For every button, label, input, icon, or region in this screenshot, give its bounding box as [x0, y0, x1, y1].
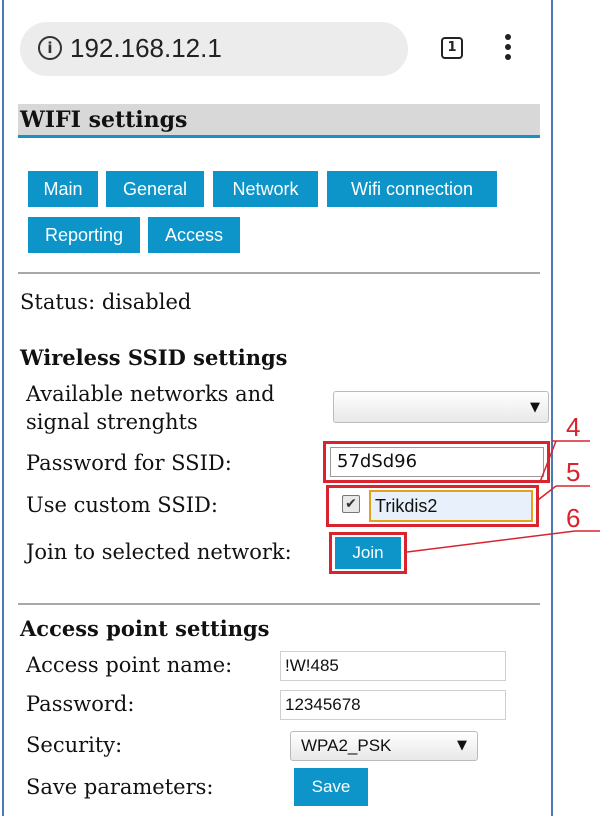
url-text[interactable]: 192.168.12.1 [70, 30, 222, 66]
tab-access[interactable]: Access [148, 217, 240, 253]
tab-network[interactable]: Network [213, 171, 318, 207]
ap-password-label: Password: [26, 692, 135, 716]
tab-wifi-connection[interactable]: Wifi connection [327, 171, 497, 207]
custom-ssid-label: Use custom SSID: [26, 493, 218, 517]
password-ssid-label: Password for SSID: [26, 451, 232, 475]
available-networks-select[interactable]: ▼ [333, 391, 549, 423]
callout-4: 4 [566, 412, 581, 442]
callout-5: 5 [566, 457, 581, 487]
security-label: Security: [26, 733, 123, 757]
dropdown-arrow-icon: ▼ [530, 400, 540, 415]
ap-name-input[interactable]: !W!485 [280, 651, 506, 681]
dropdown-arrow-icon: ▼ [457, 738, 467, 753]
callout-6: 6 [566, 503, 581, 533]
available-networks-label: Available networks and [26, 382, 275, 406]
security-value: WPA2_PSK [301, 736, 392, 755]
save-button[interactable]: Save [294, 768, 368, 806]
password-ssid-input[interactable]: 57dSd96 [330, 447, 544, 477]
available-networks-label-line2: signal strenghts [26, 410, 198, 434]
ap-password-input[interactable]: 12345678 [280, 690, 506, 720]
status-text: Status: disabled [20, 290, 192, 314]
custom-ssid-checkbox[interactable]: ✔ [342, 495, 360, 513]
ap-name-label: Access point name: [26, 653, 233, 677]
ap-heading: Access point settings [20, 616, 270, 641]
tab-main[interactable]: Main [28, 171, 98, 207]
custom-ssid-input[interactable]: Trikdis2 [369, 490, 533, 522]
wireless-heading: Wireless SSID settings [20, 345, 288, 370]
join-button[interactable]: Join [335, 537, 401, 569]
join-label: Join to selected network: [26, 540, 292, 564]
more-menu-icon[interactable] [504, 34, 512, 64]
security-select[interactable]: WPA2_PSK ▼ [290, 731, 478, 761]
tab-count-icon[interactable]: 1 [441, 37, 463, 59]
page-title: WIFI settings [18, 104, 540, 138]
info-icon[interactable]: i [38, 36, 62, 60]
divider-ap [18, 603, 540, 605]
divider [18, 272, 540, 274]
tab-reporting[interactable]: Reporting [28, 217, 140, 253]
save-params-label: Save parameters: [26, 775, 214, 799]
tab-general[interactable]: General [106, 171, 204, 207]
